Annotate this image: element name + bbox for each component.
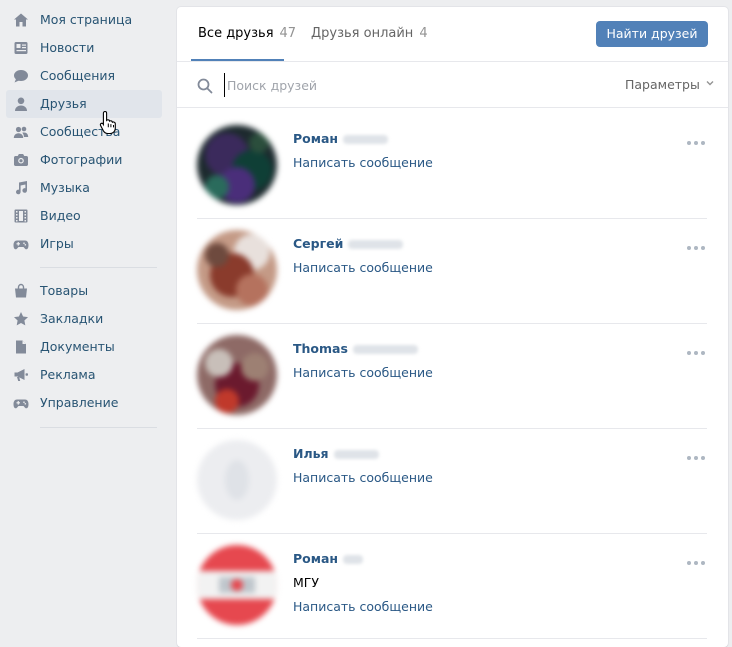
document-icon [16, 340, 26, 354]
search-friends-input[interactable] [224, 73, 527, 97]
sidebar-item[interactable]: Моя страница [6, 6, 162, 34]
community-icon [13, 126, 29, 138]
sidebar: Моя страница Новости Сообщения Друзья Сообще… [0, 0, 165, 638]
music-icon [16, 181, 27, 195]
sidebar-item[interactable]: Сообщества [6, 118, 162, 146]
search-icon [197, 78, 213, 94]
friend-name: Роман [293, 131, 339, 146]
user-icon [15, 97, 27, 111]
friend-avatar[interactable] [197, 125, 277, 205]
sidebar-item-label: Новости [40, 40, 95, 55]
sidebar-item[interactable]: Музыка [6, 174, 162, 202]
row-divider [197, 638, 707, 639]
friend-name: Thomas [293, 341, 348, 356]
friend-avatar[interactable] [197, 335, 277, 415]
megaphone-icon [14, 369, 28, 381]
sidebar-item-label: Реклама [40, 367, 96, 382]
blurred-surname [343, 555, 364, 564]
more-options-icon[interactable] [686, 245, 706, 251]
friend-avatar[interactable] [197, 230, 277, 310]
sidebar-item-label: Друзья [40, 96, 87, 111]
sidebar-item[interactable]: Документы [6, 333, 162, 361]
friend-name-link[interactable]: Роман [293, 551, 364, 566]
blurred-surname [348, 240, 404, 249]
sidebar-divider [40, 427, 157, 428]
sidebar-item-label: Фотографии [40, 152, 123, 167]
write-message-link[interactable]: Написать сообщение [293, 260, 433, 275]
sidebar-item[interactable]: Фотографии [6, 146, 162, 174]
friend-name-link[interactable]: Роман [293, 131, 389, 146]
write-message-link[interactable]: Написать сообщение [293, 599, 433, 614]
video-icon [14, 209, 28, 223]
friend-row: Роман Написать сообщение [197, 114, 707, 219]
parameters-label: Параметры [625, 77, 700, 92]
write-message-link[interactable]: Написать сообщение [293, 155, 433, 170]
friend-avatar[interactable] [197, 545, 277, 625]
friend-name-link[interactable]: Thomas [293, 341, 418, 356]
more-options-icon[interactable] [686, 455, 706, 461]
sidebar-item-label: Моя страница [40, 12, 133, 27]
friend-subtitle: МГУ [293, 575, 320, 590]
sidebar-item-label: Документы [40, 339, 115, 354]
sidebar-item[interactable]: Товары [6, 277, 162, 305]
sidebar-item[interactable]: Сообщения [6, 62, 162, 90]
friend-name: Сергей [293, 236, 344, 251]
write-message-link[interactable]: Написать сообщение [293, 470, 433, 485]
chevron-down-icon [706, 81, 714, 86]
parameters-dropdown[interactable]: Параметры [625, 77, 715, 92]
tab-label: Все друзья [198, 26, 274, 41]
tab-label: Друзья онлайн [311, 26, 414, 41]
sidebar-item-label: Сообщения [40, 68, 116, 83]
more-options-icon[interactable] [686, 350, 706, 356]
friend-row: Роман МГУ Написать сообщение [197, 534, 707, 639]
sidebar-item-label: Видео [40, 208, 81, 223]
sidebar-item-label: Товары [40, 283, 89, 298]
tab-bar: Все друзья 47 Друзья онлайн 4 Найти друзей [177, 7, 728, 61]
blurred-surname [333, 450, 379, 459]
tab-all-friends[interactable]: Все друзья 47 [198, 7, 296, 61]
sidebar-item-label: Управление [40, 395, 119, 410]
sidebar-divider [40, 267, 157, 268]
sidebar-item[interactable]: Новости [6, 34, 162, 62]
tab-count: 47 [279, 26, 297, 41]
friend-name: Роман [293, 551, 339, 566]
gamepad-icon [13, 240, 29, 250]
blurred-surname [343, 135, 389, 144]
news-icon [14, 42, 28, 54]
friend-row: Илья Написать сообщение [197, 429, 707, 534]
sidebar-item-label: Музыка [40, 180, 90, 195]
gamepad-icon [13, 399, 29, 409]
hand-cursor-icon [99, 110, 116, 134]
divider [177, 61, 728, 62]
sidebar-item[interactable]: Закладки [6, 305, 162, 333]
more-options-icon[interactable] [686, 560, 706, 566]
camera-icon [14, 154, 28, 166]
sidebar-item-label: Игры [40, 236, 74, 251]
friend-row: Thomas Написать сообщение [197, 324, 707, 429]
friend-avatar[interactable] [197, 440, 277, 520]
tab-count: 4 [419, 26, 428, 41]
friend-name-link[interactable]: Илья [293, 446, 379, 461]
sidebar-nav: Моя страница Новости Сообщения Друзья Сообще… [6, 6, 162, 437]
sidebar-item[interactable]: Игры [6, 230, 162, 258]
sidebar-item[interactable]: Видео [6, 202, 162, 230]
bag-icon [15, 283, 27, 298]
sidebar-item[interactable]: Реклама [6, 361, 162, 389]
friend-row: Сергей Написать сообщение [197, 219, 707, 324]
friends-panel: Все друзья 47 Друзья онлайн 4 Найти друзей… [177, 7, 728, 647]
sidebar-item[interactable]: Управление [6, 389, 162, 417]
blurred-surname [352, 345, 418, 354]
sidebar-item[interactable]: Друзья [6, 90, 162, 118]
write-message-link[interactable]: Написать сообщение [293, 365, 433, 380]
sidebar-item-label: Закладки [40, 311, 104, 326]
home-icon [14, 13, 28, 27]
friend-name: Илья [293, 446, 329, 461]
divider [177, 107, 728, 108]
tab-friends-online[interactable]: Друзья онлайн 4 [311, 7, 428, 61]
friend-name-link[interactable]: Сергей [293, 236, 404, 251]
find-friends-button[interactable]: Найти друзей [596, 21, 708, 47]
message-icon [14, 70, 28, 83]
more-options-icon[interactable] [686, 140, 706, 146]
star-icon [14, 312, 28, 326]
